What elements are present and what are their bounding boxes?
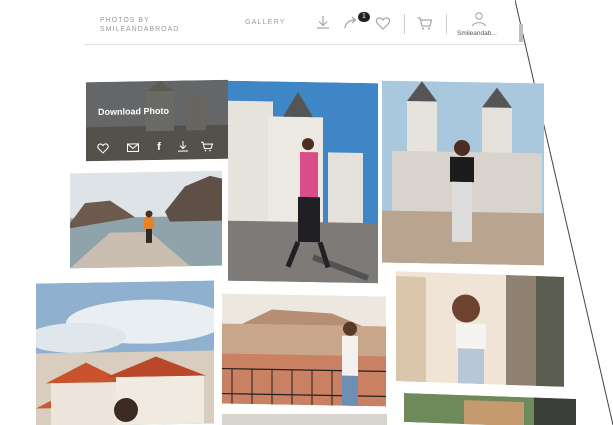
- overlay-action-bar: f: [86, 133, 228, 161]
- header-divider: [446, 14, 447, 34]
- download-icon[interactable]: [176, 139, 190, 153]
- photo-tile[interactable]: [228, 80, 378, 284]
- photo-tile[interactable]: [404, 392, 576, 425]
- photo-tile[interactable]: [222, 414, 387, 425]
- brand-logo[interactable]: PHOTOS BY SMILEANDABROAD: [100, 16, 179, 34]
- facebook-icon[interactable]: f: [152, 140, 166, 154]
- heart-icon[interactable]: [96, 141, 110, 155]
- photo-tile[interactable]: [222, 293, 386, 407]
- brand-line-2: SMILEANDABROAD: [100, 26, 180, 33]
- cart-count-badge: 1: [358, 12, 370, 22]
- heart-icon[interactable]: [374, 14, 392, 32]
- cart-icon[interactable]: [416, 14, 434, 32]
- brand-line-1: PHOTOS BY: [100, 17, 150, 24]
- nav-gallery-link[interactable]: GALLERY: [245, 19, 286, 26]
- download-photo-label[interactable]: Download Photo: [98, 106, 169, 117]
- photo-tile[interactable]: [70, 170, 222, 269]
- photo-tile[interactable]: [36, 280, 214, 425]
- page: PHOTOS BY SMILEANDABROAD GALLERY 1 Smile…: [0, 0, 613, 425]
- download-icon[interactable]: [314, 14, 332, 32]
- photo-tile[interactable]: [396, 271, 564, 387]
- photo-tile[interactable]: Download Photo f: [86, 79, 228, 162]
- top-header: PHOTOS BY SMILEANDABROAD GALLERY 1 Smile…: [84, 4, 524, 45]
- user-name[interactable]: Smileandab...: [457, 30, 497, 37]
- user-icon[interactable]: [470, 10, 488, 28]
- cart-icon[interactable]: [200, 139, 214, 153]
- mail-icon[interactable]: [126, 140, 140, 154]
- header-divider: [404, 14, 405, 34]
- photo-tile[interactable]: [382, 80, 544, 266]
- scrollbar-thumb[interactable]: [519, 24, 523, 42]
